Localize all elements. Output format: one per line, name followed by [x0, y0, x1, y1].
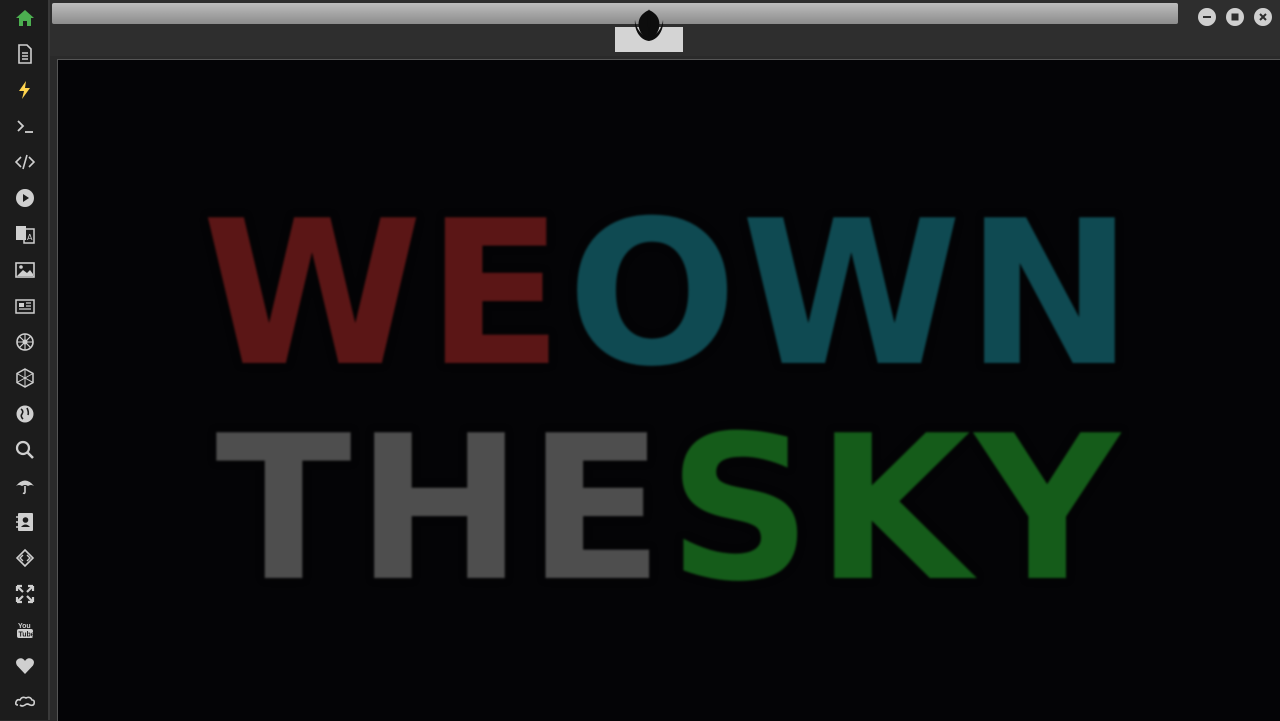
search-icon[interactable]: [10, 435, 40, 465]
tagline-line-2: THESKY: [58, 410, 1280, 610]
globe-icon[interactable]: [10, 399, 40, 429]
svg-text:You: You: [18, 623, 31, 630]
sidebar-divider: [48, 0, 50, 720]
svg-text:Tube: Tube: [19, 632, 35, 639]
video-viewport[interactable]: WEOWN THESKY: [57, 59, 1280, 721]
terminal-icon[interactable]: [10, 111, 40, 141]
maximize-icon: [1231, 13, 1239, 21]
empire-icon[interactable]: [10, 327, 40, 357]
home-icon[interactable]: [10, 3, 40, 33]
contact-book-icon[interactable]: [10, 507, 40, 537]
close-icon: [1259, 13, 1267, 21]
sidebar: A You Tube: [0, 0, 50, 720]
umbrella-icon[interactable]: [10, 471, 40, 501]
expand-icon[interactable]: [10, 579, 40, 609]
rebel-alliance-icon[interactable]: [629, 6, 669, 46]
lightning-icon[interactable]: [10, 75, 40, 105]
play-icon[interactable]: [10, 183, 40, 213]
tagline-line-1: WEOWN: [58, 195, 1280, 395]
tagline-word-own: OWN: [567, 178, 1138, 411]
address-bar[interactable]: [52, 3, 1178, 24]
minimize-icon: [1203, 16, 1211, 18]
svg-text:A: A: [27, 233, 33, 242]
minimize-button[interactable]: [1198, 8, 1216, 26]
youtube-icon[interactable]: You Tube: [10, 615, 40, 645]
hexagon-network-icon[interactable]: [10, 363, 40, 393]
close-button[interactable]: [1254, 8, 1272, 26]
diamond-code-icon[interactable]: [10, 543, 40, 573]
translate-icon[interactable]: A: [10, 219, 40, 249]
infinity-cloud-icon[interactable]: [10, 687, 40, 717]
document-icon[interactable]: [10, 39, 40, 69]
tagline-word-the: THE: [215, 393, 668, 626]
image-icon[interactable]: [10, 255, 40, 285]
newspaper-icon[interactable]: [10, 291, 40, 321]
heart-icon[interactable]: [10, 651, 40, 681]
code-icon[interactable]: [10, 147, 40, 177]
tagline-word-we: WE: [201, 178, 568, 411]
tagline-word-sky: SKY: [667, 393, 1124, 626]
maximize-button[interactable]: [1226, 8, 1244, 26]
